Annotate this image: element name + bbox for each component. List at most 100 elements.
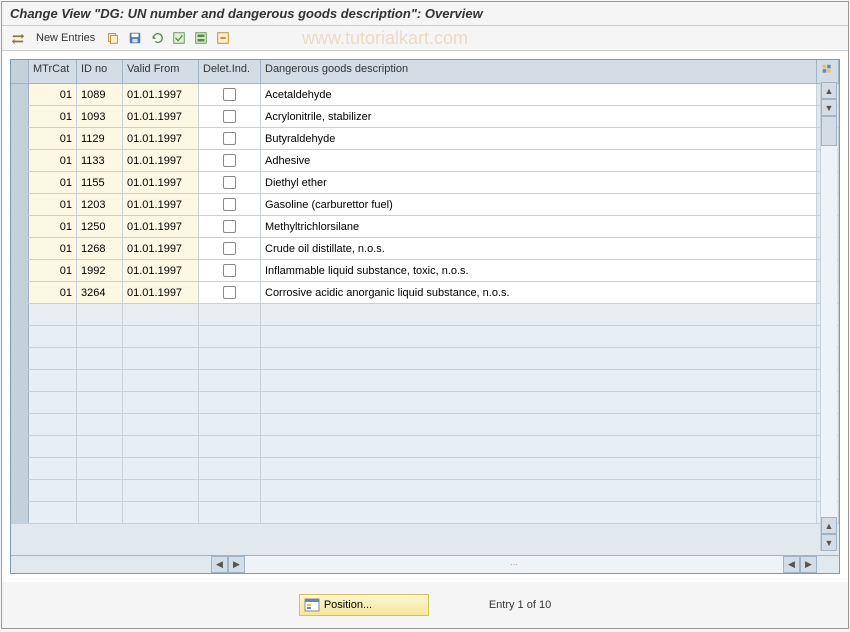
cell-valid[interactable]: 01.01.1997 [123,238,199,259]
col-mtrcat[interactable]: MTrCat [29,60,77,83]
new-entries-button[interactable]: New Entries [32,30,99,46]
delind-checkbox[interactable] [223,198,236,211]
cell-idno[interactable]: 1992 [77,260,123,281]
cell-delind[interactable] [199,194,261,215]
table-row[interactable]: 01 1133 01.01.1997 Adhesive [11,150,839,172]
cell-idno[interactable]: 1155 [77,172,123,193]
vertical-scrollbar[interactable]: ▲ ▼ ▲ ▼ [820,82,837,551]
cell-idno[interactable]: 3264 [77,282,123,303]
table-row[interactable]: 01 1992 01.01.1997 Inflammable liquid su… [11,260,839,282]
hscroll-track[interactable]: ⋯ [245,556,783,573]
row-selector[interactable] [11,172,29,193]
table-row-empty[interactable] [11,414,839,436]
cell-desc[interactable]: Diethyl ether [261,172,817,193]
delind-checkbox[interactable] [223,88,236,101]
cell-delind[interactable] [199,172,261,193]
cell-mtrcat[interactable]: 01 [29,238,77,259]
row-selector[interactable] [11,304,29,325]
row-selector[interactable] [11,436,29,457]
row-selector[interactable] [11,194,29,215]
cell-desc[interactable]: Acrylonitrile, stabilizer [261,106,817,127]
cell-delind[interactable] [199,84,261,105]
cell-mtrcat[interactable]: 01 [29,282,77,303]
cell-valid[interactable]: 01.01.1997 [123,216,199,237]
scroll-up-icon[interactable]: ▲ [821,82,837,99]
col-delind[interactable]: Delet.Ind. [199,60,261,83]
row-selector[interactable] [11,216,29,237]
delind-checkbox[interactable] [223,286,236,299]
row-selector[interactable] [11,150,29,171]
scroll-track[interactable] [821,116,837,517]
cell-valid[interactable]: 01.01.1997 [123,172,199,193]
table-row-empty[interactable] [11,458,839,480]
cell-valid[interactable]: 01.01.1997 [123,106,199,127]
cell-delind[interactable] [199,216,261,237]
table-row[interactable]: 01 1250 01.01.1997 Methyltrichlorsilane [11,216,839,238]
cell-delind[interactable] [199,106,261,127]
cell-desc[interactable]: Crude oil distillate, n.o.s. [261,238,817,259]
row-selector[interactable] [11,480,29,501]
cell-mtrcat[interactable]: 01 [29,260,77,281]
cell-idno[interactable]: 1129 [77,128,123,149]
cell-mtrcat[interactable]: 01 [29,150,77,171]
cell-valid[interactable]: 01.01.1997 [123,150,199,171]
select-block-icon[interactable] [193,30,209,46]
row-selector[interactable] [11,414,29,435]
row-selector[interactable] [11,282,29,303]
copy-icon[interactable] [105,30,121,46]
cell-valid[interactable]: 01.01.1997 [123,128,199,149]
hscroll-left-icon[interactable]: ◀ [211,556,228,573]
save-icon[interactable] [127,30,143,46]
cell-desc[interactable]: Corrosive acidic anorganic liquid substa… [261,282,817,303]
table-row-empty[interactable] [11,502,839,524]
row-selector[interactable] [11,502,29,523]
row-selector[interactable] [11,348,29,369]
cell-desc[interactable]: Adhesive [261,150,817,171]
row-selector[interactable] [11,458,29,479]
delind-checkbox[interactable] [223,132,236,145]
cell-mtrcat[interactable]: 01 [29,172,77,193]
select-all-icon[interactable] [171,30,187,46]
col-idno[interactable]: ID no [77,60,123,83]
cell-valid[interactable]: 01.01.1997 [123,194,199,215]
cell-idno[interactable]: 1203 [77,194,123,215]
cell-delind[interactable] [199,150,261,171]
cell-delind[interactable] [199,282,261,303]
delind-checkbox[interactable] [223,220,236,233]
table-row[interactable]: 01 1093 01.01.1997 Acrylonitrile, stabil… [11,106,839,128]
cell-mtrcat[interactable]: 01 [29,216,77,237]
col-selector[interactable] [11,60,29,83]
col-valid-from[interactable]: Valid From [123,60,199,83]
cell-delind[interactable] [199,260,261,281]
table-row[interactable]: 01 1129 01.01.1997 Butyraldehyde [11,128,839,150]
table-settings-icon[interactable] [817,60,839,83]
table-row-empty[interactable] [11,480,839,502]
row-selector[interactable] [11,370,29,391]
row-selector[interactable] [11,106,29,127]
cell-delind[interactable] [199,128,261,149]
cell-idno[interactable]: 1268 [77,238,123,259]
deselect-all-icon[interactable] [215,30,231,46]
delind-checkbox[interactable] [223,242,236,255]
cell-desc[interactable]: Methyltrichlorsilane [261,216,817,237]
row-selector[interactable] [11,128,29,149]
horizontal-scrollbar[interactable]: ◀ ▶ ⋯ ◀ ▶ [11,555,839,573]
hscroll-right2-icon[interactable]: ▶ [800,556,817,573]
table-row-empty[interactable] [11,348,839,370]
table-row[interactable]: 01 1155 01.01.1997 Diethyl ether [11,172,839,194]
cell-valid[interactable]: 01.01.1997 [123,84,199,105]
cell-idno[interactable]: 1093 [77,106,123,127]
table-row[interactable]: 01 1268 01.01.1997 Crude oil distillate,… [11,238,839,260]
delind-checkbox[interactable] [223,154,236,167]
row-selector[interactable] [11,238,29,259]
row-selector[interactable] [11,260,29,281]
hscroll-left2-icon[interactable]: ◀ [783,556,800,573]
delind-checkbox[interactable] [223,176,236,189]
table-row-empty[interactable] [11,304,839,326]
table-row[interactable]: 01 3264 01.01.1997 Corrosive acidic anor… [11,282,839,304]
scroll-thumb[interactable] [821,116,837,146]
cell-delind[interactable] [199,238,261,259]
col-desc[interactable]: Dangerous goods description [261,60,817,83]
toggle-icon[interactable] [10,30,26,46]
cell-mtrcat[interactable]: 01 [29,128,77,149]
